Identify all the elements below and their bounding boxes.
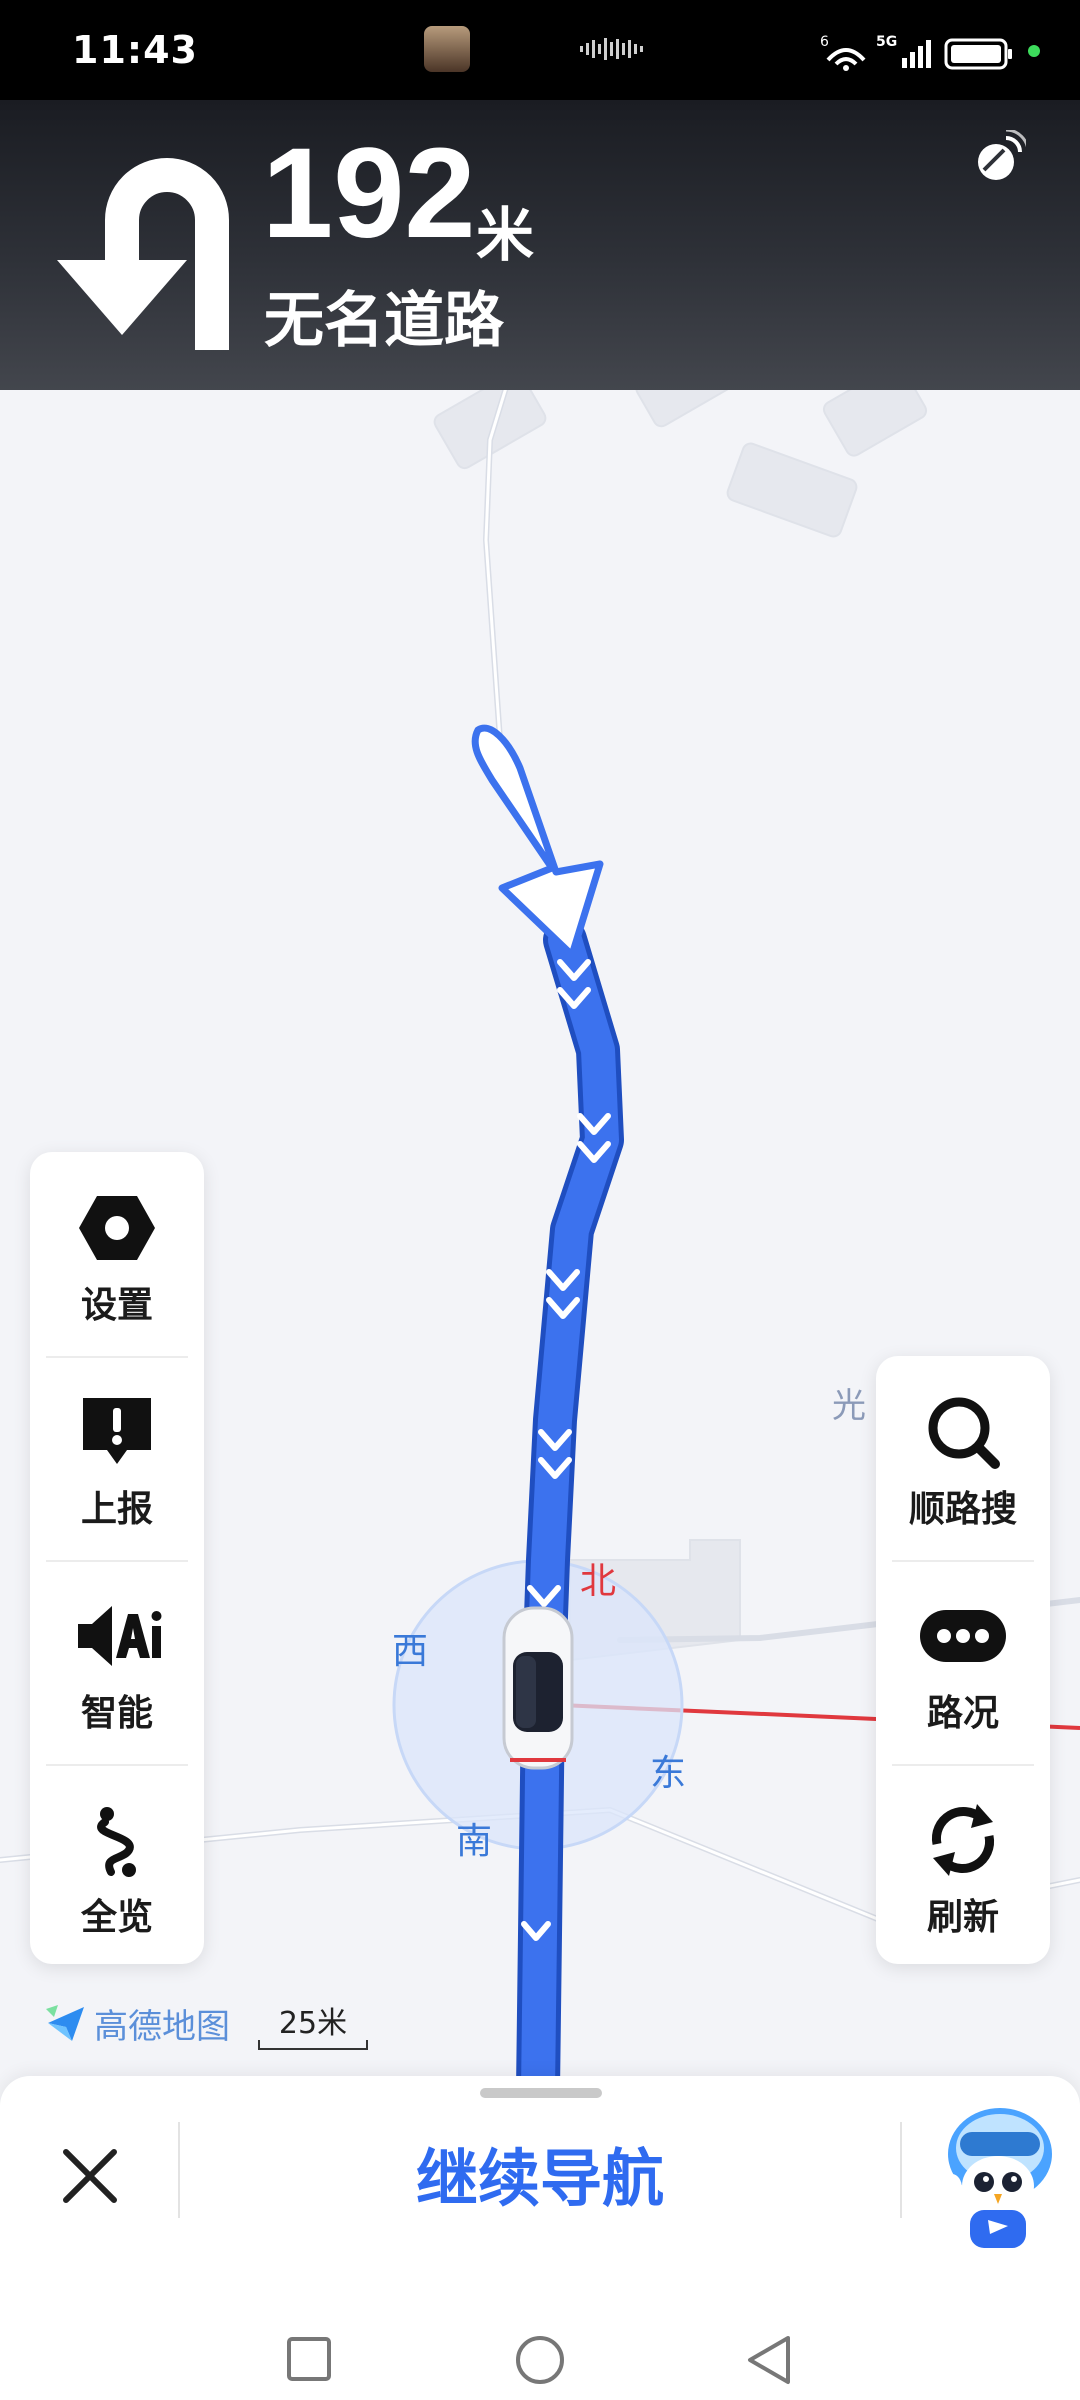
overview-label: 全览 bbox=[80, 1897, 153, 1938]
refresh-button[interactable]: 刷新 bbox=[876, 1764, 1050, 1968]
status-bar: 11:43 6 5G bbox=[0, 0, 1080, 100]
amap-logo-icon bbox=[46, 2005, 84, 2041]
mascot-assistant-icon[interactable] bbox=[930, 2102, 1060, 2252]
ai-voice-icon bbox=[78, 1606, 162, 1666]
report-label: 上报 bbox=[80, 1489, 153, 1530]
route-overview-icon bbox=[97, 1807, 136, 1877]
close-icon[interactable] bbox=[52, 2138, 128, 2214]
home-icon[interactable] bbox=[514, 2334, 566, 2386]
svg-text:5G: 5G bbox=[876, 34, 897, 50]
recent-apps-icon[interactable] bbox=[286, 2336, 332, 2382]
divider bbox=[178, 2122, 180, 2218]
refresh-label: 刷新 bbox=[926, 1897, 999, 1938]
distance-value: 192 bbox=[262, 122, 476, 265]
settings-button[interactable]: 设置 bbox=[30, 1152, 204, 1356]
map-scale-label: 25米 bbox=[278, 2006, 348, 2041]
svg-text:6: 6 bbox=[820, 34, 829, 50]
right-control-panel: 顺路搜 路况 刷新 bbox=[876, 1356, 1050, 1964]
compass-west: 西 bbox=[392, 1631, 429, 1672]
sheet-drag-handle[interactable] bbox=[480, 2088, 602, 2098]
refresh-icon bbox=[931, 1804, 995, 1876]
smart-voice-button[interactable]: 智能 bbox=[30, 1560, 204, 1764]
settings-hex-icon bbox=[79, 1196, 155, 1260]
privacy-indicator bbox=[1028, 45, 1040, 57]
overview-button[interactable]: 全览 bbox=[30, 1764, 204, 1968]
navigation-header: 192 米 无名道路 bbox=[0, 100, 1080, 390]
compass-north: 北 bbox=[580, 1561, 617, 1602]
notification-avatar bbox=[424, 26, 470, 72]
search-icon bbox=[928, 1397, 1000, 1469]
street-label: 光 bbox=[832, 1386, 866, 1426]
divider bbox=[900, 2122, 902, 2218]
map-scale: 25米 bbox=[258, 1998, 368, 2050]
audio-wave-icon bbox=[580, 38, 643, 60]
traffic-button[interactable]: 路况 bbox=[876, 1560, 1050, 1764]
amap-logo-text: 高德地图 bbox=[94, 2006, 230, 2047]
system-navigation-bar bbox=[0, 2300, 1080, 2400]
signal-battery-icon: 6 5G bbox=[820, 34, 1012, 71]
compass-south: 南 bbox=[456, 1821, 493, 1862]
amap-logo: 高德地图 bbox=[44, 2000, 230, 2047]
back-icon[interactable] bbox=[744, 2334, 794, 2386]
report-alert-icon bbox=[83, 1398, 151, 1464]
smart-label: 智能 bbox=[80, 1693, 153, 1734]
report-button[interactable]: 上报 bbox=[30, 1356, 204, 1560]
distance-unit: 米 bbox=[476, 201, 535, 269]
search-along-route-button[interactable]: 顺路搜 bbox=[876, 1356, 1050, 1560]
satellite-icon[interactable] bbox=[970, 130, 1026, 186]
u-turn-icon bbox=[57, 158, 229, 350]
status-time: 11:43 bbox=[72, 28, 198, 72]
map-scale-bar bbox=[258, 2040, 368, 2050]
left-control-panel: 设置 上报 智能 全览 bbox=[30, 1152, 204, 1964]
search-along-route-label: 顺路搜 bbox=[908, 1489, 1017, 1530]
continue-navigation-button[interactable]: 继续导航 bbox=[240, 2128, 840, 2218]
road-name: 无名道路 bbox=[264, 286, 504, 356]
compass-east: 东 bbox=[650, 1753, 687, 1794]
settings-label: 设置 bbox=[80, 1285, 153, 1326]
traffic-label: 路况 bbox=[926, 1693, 999, 1734]
traffic-more-icon bbox=[920, 1610, 1006, 1662]
